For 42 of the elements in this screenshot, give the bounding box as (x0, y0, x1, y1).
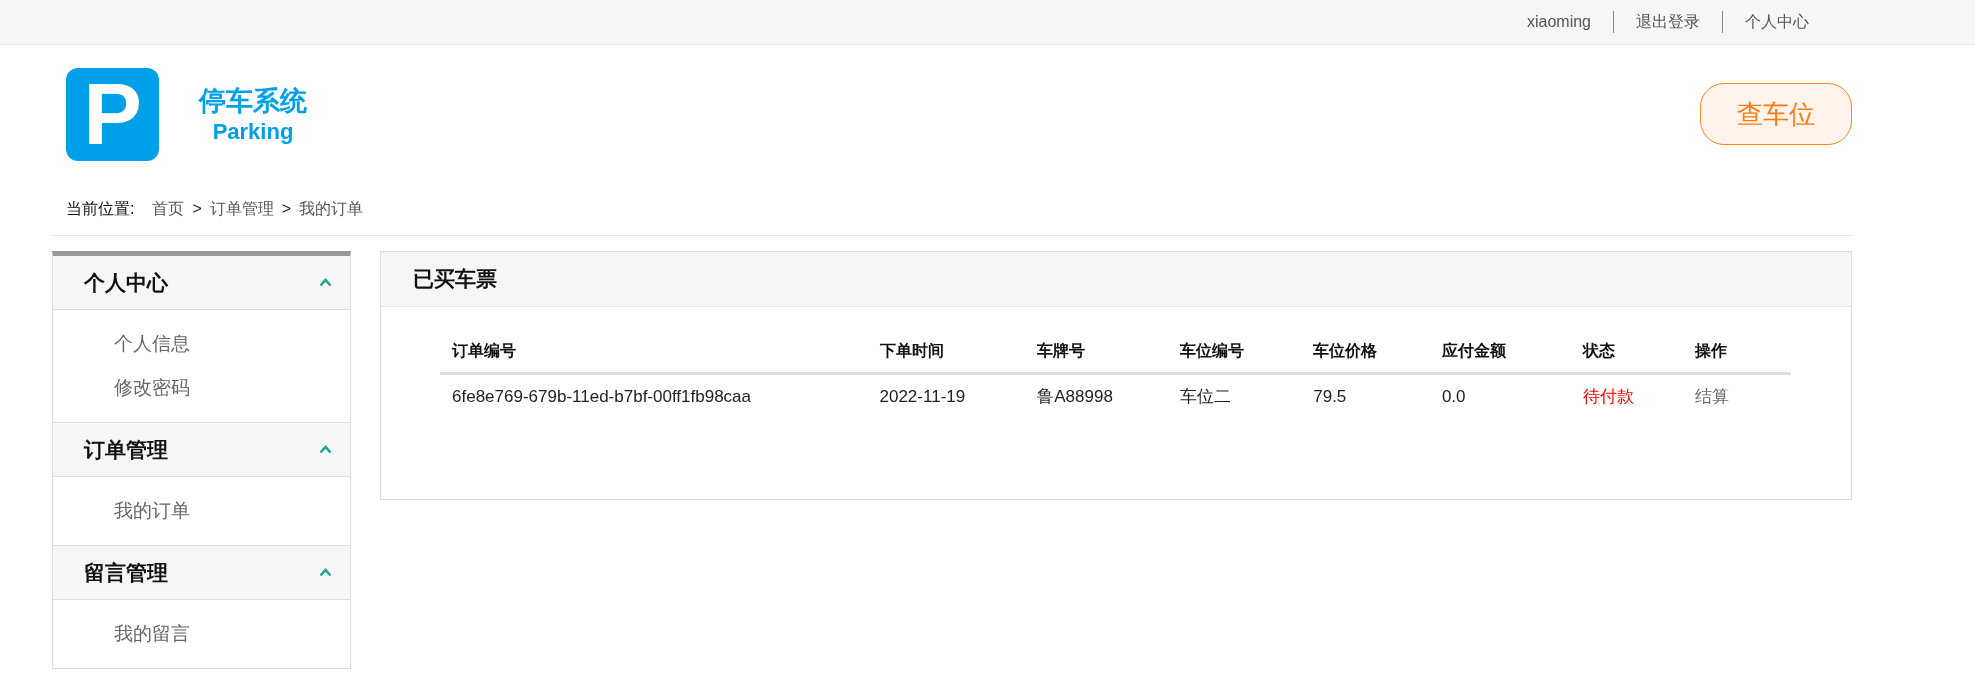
sidebar-group-title: 订单管理 (84, 436, 168, 463)
sidebar-group-header[interactable]: 个人中心 (53, 256, 350, 310)
column-header: 车位价格 (1301, 333, 1430, 374)
sidebar-item[interactable]: 我的留言 (114, 612, 350, 656)
column-header: 车位编号 (1168, 333, 1302, 374)
table-cell: 2022-11-19 (867, 373, 1026, 418)
breadcrumb-separator: > (281, 200, 292, 218)
breadcrumb-link[interactable]: 订单管理 (209, 198, 274, 220)
logo-icon: P (66, 67, 159, 161)
table-cell: 79.5 (1301, 373, 1430, 418)
status-cell: 待付款 (1571, 373, 1684, 418)
sidebar-group-header[interactable]: 订单管理 (53, 422, 350, 477)
table-cell: 6fe8e769-679b-11ed-b7bf-00ff1fb98caa (440, 373, 868, 418)
sidebar-item[interactable]: 个人信息 (114, 322, 350, 366)
column-header: 车牌号 (1025, 333, 1169, 374)
caret-up-icon[interactable] (319, 568, 332, 577)
brand-subtitle: Parking (212, 119, 294, 145)
column-header: 下单时间 (867, 333, 1026, 374)
caret-up-icon[interactable] (319, 278, 332, 287)
top-link[interactable]: 个人中心 (1722, 11, 1831, 33)
caret-up-icon[interactable] (319, 445, 332, 454)
breadcrumb-label: 当前位置: (66, 198, 135, 219)
top-link[interactable]: 退出登录 (1613, 11, 1722, 33)
sidebar-group-title: 留言管理 (84, 559, 168, 586)
checkout-link[interactable]: 结算 (1695, 387, 1730, 406)
panel-title: 已买车票 (413, 266, 497, 292)
sidebar-item[interactable]: 我的订单 (114, 489, 350, 533)
sidebar-group-title: 个人中心 (84, 269, 168, 296)
brand-title: 停车系统 (199, 85, 307, 118)
table-cell: 0.0 (1429, 373, 1571, 418)
sidebar-group-header[interactable]: 留言管理 (53, 545, 350, 600)
sidebar-item[interactable]: 修改密码 (114, 366, 350, 410)
column-header: 应付金额 (1429, 333, 1571, 374)
column-header: 状态 (1571, 333, 1684, 374)
top-link[interactable]: xiaoming (1504, 11, 1613, 33)
breadcrumb-link[interactable]: 首页 (152, 198, 185, 220)
table-cell: 车位二 (1168, 373, 1302, 418)
breadcrumb-link[interactable]: 我的订单 (299, 198, 364, 220)
table-cell: 鲁A88998 (1025, 373, 1169, 418)
column-header: 订单编号 (440, 333, 868, 374)
column-header: 操作 (1683, 333, 1791, 374)
breadcrumb-separator: > (192, 200, 202, 218)
